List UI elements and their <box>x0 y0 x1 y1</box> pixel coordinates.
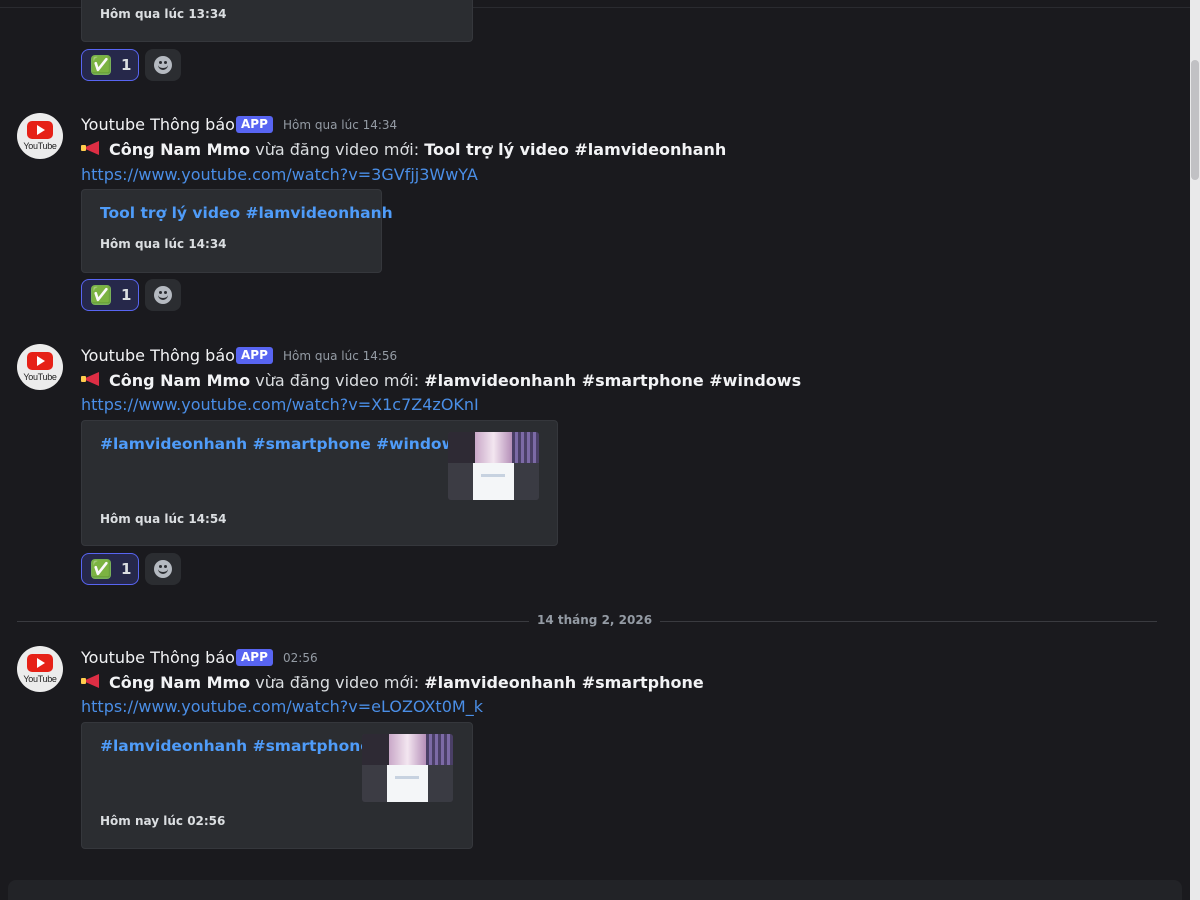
message-author[interactable]: Youtube Thông báo <box>81 115 235 134</box>
white-check-mark-icon: ✅ <box>91 55 111 75</box>
message-timestamp: Hôm qua lúc 14:56 <box>283 349 398 363</box>
app-badge: APP <box>236 347 273 364</box>
reaction-check[interactable]: ✅ 1 <box>81 279 139 311</box>
megaphone-icon <box>81 672 103 690</box>
scrollbar-track[interactable] <box>1190 0 1200 900</box>
message-composer[interactable] <box>8 880 1182 900</box>
embed-footer: Hôm qua lúc 14:34 <box>100 237 227 251</box>
embed-title-link[interactable]: Tool trợ lý video #lamvideonhanh <box>100 204 393 222</box>
video-embed: #lamvideonhanh #smartphone Hôm nay lúc 0… <box>81 722 473 849</box>
channel-name: Công Nam Mmo <box>109 371 251 390</box>
white-check-mark-icon: ✅ <box>91 559 111 579</box>
video-thumbnail[interactable] <box>448 432 539 500</box>
reaction-check[interactable]: ✅ 1 <box>81 49 139 81</box>
reaction-count: 1 <box>121 286 132 304</box>
video-title: #lamvideonhanh #smartphone <box>424 673 704 692</box>
white-check-mark-icon: ✅ <box>91 285 111 305</box>
video-thumbnail[interactable] <box>362 734 453 802</box>
message-author[interactable]: Youtube Thông báo <box>81 648 235 667</box>
message-timestamp: 02:56 <box>283 651 318 665</box>
avatar-logo-text: YouTube <box>23 372 57 382</box>
message-content: Công Nam Mmo vừa đăng video mới: #lamvid… <box>81 370 801 390</box>
smile-icon <box>154 560 172 578</box>
embed-footer: Hôm nay lúc 02:56 <box>100 814 226 828</box>
megaphone-icon <box>81 139 103 157</box>
add-reaction-button[interactable] <box>145 49 181 81</box>
embed-title-link[interactable]: #lamvideonhanh #smartphone #windows <box>100 435 465 453</box>
video-link[interactable]: https://www.youtube.com/watch?v=3GVfjj3W… <box>81 165 478 184</box>
add-reaction-button[interactable] <box>145 279 181 311</box>
message-action-text: vừa đăng video mới: <box>250 140 425 159</box>
youtube-logo-icon <box>27 121 53 139</box>
avatar-logo-text: YouTube <box>23 674 57 684</box>
message-author[interactable]: Youtube Thông báo <box>81 346 235 365</box>
message-content: Công Nam Mmo vừa đăng video mới: Tool tr… <box>81 139 726 159</box>
app-badge: APP <box>236 116 273 133</box>
message-timestamp: Hôm qua lúc 14:34 <box>283 118 398 132</box>
video-embed: Hôm qua lúc 13:34 <box>81 0 473 42</box>
reaction-check[interactable]: ✅ 1 <box>81 553 139 585</box>
video-link[interactable]: https://www.youtube.com/watch?v=eLOZOXt0… <box>81 697 483 716</box>
channel-name: Công Nam Mmo <box>109 673 251 692</box>
embed-footer: Hôm qua lúc 13:34 <box>100 7 227 21</box>
video-title: #lamvideonhanh #smartphone #windows <box>424 371 802 390</box>
video-link[interactable]: https://www.youtube.com/watch?v=X1c7Z4zO… <box>81 395 479 414</box>
app-badge: APP <box>236 649 273 666</box>
message-action-text: vừa đăng video mới: <box>250 371 425 390</box>
avatar-logo-text: YouTube <box>23 141 57 151</box>
smile-icon <box>154 286 172 304</box>
message-action-text: vừa đăng video mới: <box>250 673 425 692</box>
reaction-count: 1 <box>121 56 132 74</box>
smile-icon <box>154 56 172 74</box>
reaction-count: 1 <box>121 560 132 578</box>
video-embed: Tool trợ lý video #lamvideonhanh Hôm qua… <box>81 189 393 273</box>
add-reaction-button[interactable] <box>145 553 181 585</box>
message-content: Công Nam Mmo vừa đăng video mới: #lamvid… <box>81 672 704 692</box>
channel-name: Công Nam Mmo <box>109 140 251 159</box>
avatar[interactable]: YouTube <box>17 113 63 159</box>
video-embed: #lamvideonhanh #smartphone #windows Hôm … <box>81 420 558 546</box>
video-title: Tool trợ lý video #lamvideonhanh <box>424 140 727 159</box>
embed-footer: Hôm qua lúc 14:54 <box>100 512 227 526</box>
avatar[interactable]: YouTube <box>17 344 63 390</box>
date-divider: 14 tháng 2, 2026 <box>529 613 661 627</box>
scrollbar-thumb[interactable] <box>1191 60 1199 180</box>
chat-message-list: Hôm qua lúc 13:34 ✅ 1 YouTube Youtube Th… <box>0 0 1190 900</box>
youtube-logo-icon <box>27 352 53 370</box>
embed-title-link[interactable]: #lamvideonhanh #smartphone <box>100 737 371 755</box>
youtube-logo-icon <box>27 654 53 672</box>
avatar[interactable]: YouTube <box>17 646 63 692</box>
megaphone-icon <box>81 370 103 388</box>
